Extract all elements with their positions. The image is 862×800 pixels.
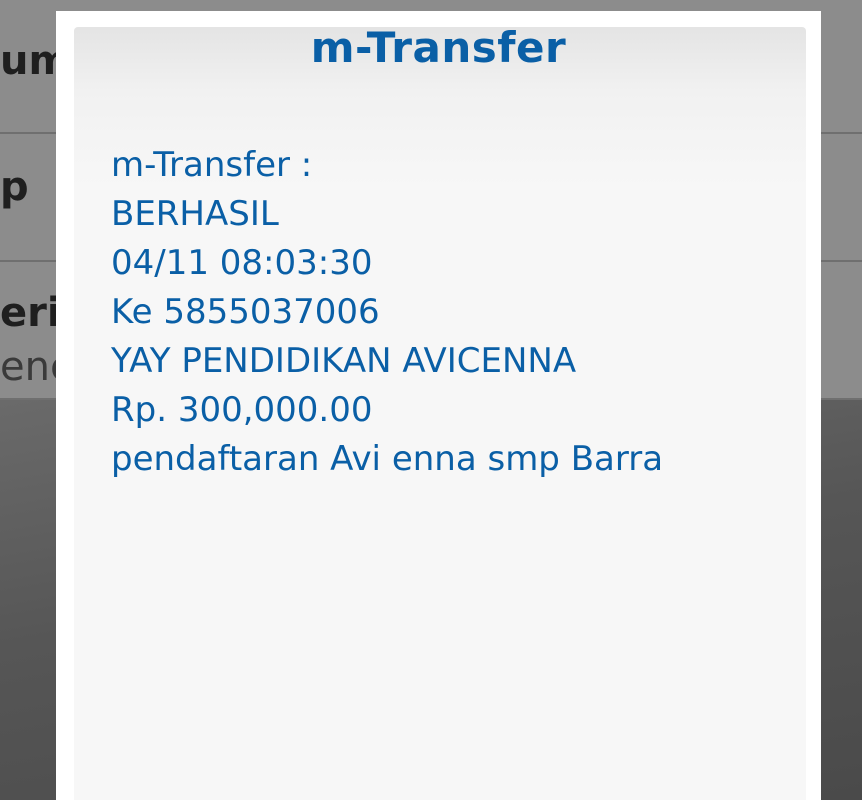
transfer-datetime: 04/11 08:03:30 [111, 243, 373, 283]
transfer-amount: Rp. 300,000.00 [111, 390, 373, 430]
transfer-note: pendaftaran Avi enna smp Barra [111, 439, 664, 479]
background-row-text: p [0, 164, 29, 210]
transfer-result-dialog: m-Transfer m-Transfer : BERHASIL 04/11 0… [56, 11, 821, 800]
screen: um p erit enc m-Transfer m-Transfer : BE… [0, 0, 862, 800]
destination-account: Ke 5855037006 [111, 292, 380, 332]
recipient-name: YAY PENDIDIKAN AVICENNA [111, 341, 577, 381]
dialog-title: m-Transfer [310, 23, 567, 72]
message-header: m-Transfer : [111, 145, 313, 185]
transfer-message: m-Transfer : BERHASIL 04/11 08:03:30 Ke … [111, 141, 663, 484]
transfer-status: BERHASIL [111, 194, 279, 234]
